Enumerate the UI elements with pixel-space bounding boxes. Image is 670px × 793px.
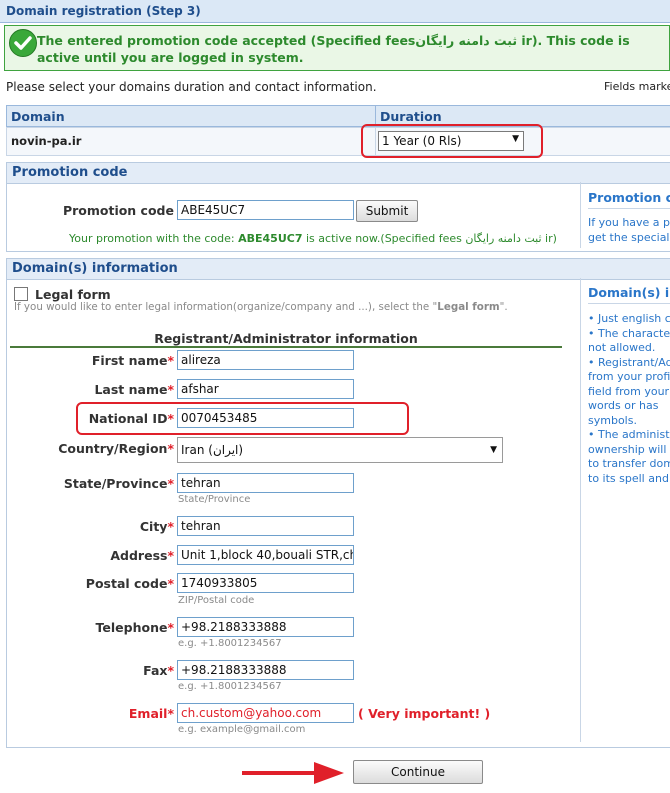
first-name-label: First name* [91,353,174,368]
legal-form-label: Legal form [35,287,111,302]
email-hint: e.g. example@gmail.com [178,724,306,735]
state-label: State/Province* [63,476,174,491]
page-title-bar: Domain registration (Step 3) [0,0,670,23]
legal-form-hint: If you would like to enter legal informa… [14,301,508,313]
domain-info-side-rule [588,303,670,304]
success-message-box: The entered promotion code accepted (Spe… [4,25,670,71]
arrow-right-icon [240,760,346,789]
postal-code-input[interactable]: 1740933805 [177,573,354,593]
city-label: City* [139,519,174,534]
domain-cell: novin-pa.ir [6,127,376,156]
address-label: Address* [110,548,174,563]
state-input[interactable]: tehran [177,473,354,493]
promotion-code-label: Promotion code [62,203,174,218]
telephone-input[interactable]: +98.2188333888 [177,617,354,637]
first-name-input[interactable]: alireza [177,350,354,370]
national-id-highlight [76,402,409,435]
fax-input[interactable]: +98.2188333888 [177,660,354,680]
country-select[interactable]: Iran (ایران) ▼ [177,437,503,463]
domain-name: novin-pa.ir [11,134,82,148]
last-name-input[interactable]: afshar [177,379,354,399]
registrant-title: Registrant/Administrator information [154,331,418,346]
postal-code-label: Postal code* [85,576,174,591]
continue-button[interactable]: Continue [353,760,483,784]
fields-marked-note: Fields marked [604,80,670,93]
country-label: Country/Region* [58,441,174,456]
promotion-active-text: Your promotion with the code: ABE45UC7 i… [69,232,557,245]
domain-info-divider [580,278,581,742]
last-name-label: Last name* [94,382,174,397]
email-label: Email* [128,706,174,721]
success-message-text: The entered promotion code accepted (Spe… [37,33,630,65]
city-input[interactable]: tehran [177,516,354,536]
postal-code-hint: ZIP/Postal code [178,595,255,606]
promotion-side-text-2: get the special pr [588,231,670,244]
promotion-code-input[interactable]: ABE45UC7 [177,200,354,220]
state-hint: State/Province [178,494,251,505]
promotion-divider [580,182,581,248]
promotion-header: Promotion code [7,163,670,184]
chevron-down-icon: ▼ [490,445,497,455]
instruction-text: Please select your domains duration and … [6,80,377,94]
duration-highlight [361,124,543,158]
checkmark-icon [9,29,37,57]
domain-info-side-title: Domain(s) inf [588,285,670,300]
column-header-domain: Domain [6,105,376,127]
telephone-hint: e.g. +1.8001234567 [178,638,282,649]
promotion-side-rule [588,208,670,209]
promotion-side-text-1: If you have a pro [588,216,670,229]
submit-button[interactable]: Submit [356,200,418,222]
email-input[interactable]: ch.custom@yahoo.com [177,703,354,723]
registrant-divider [10,346,562,348]
domain-info-header: Domain(s) information [7,259,670,280]
fax-label: Fax* [143,663,174,678]
legal-form-checkbox[interactable] [14,287,28,301]
domain-info-side-text: • Just english ch • The characters not a… [588,312,670,485]
promotion-side-title: Promotion co [588,190,670,205]
telephone-label: Telephone* [95,620,174,635]
page-title: Domain registration (Step 3) [6,4,201,18]
fax-hint: e.g. +1.8001234567 [178,681,282,692]
address-input[interactable]: Unit 1,block 40,bouali STR,cha [177,545,354,565]
email-important-note: ( Very important! ) [358,706,491,721]
